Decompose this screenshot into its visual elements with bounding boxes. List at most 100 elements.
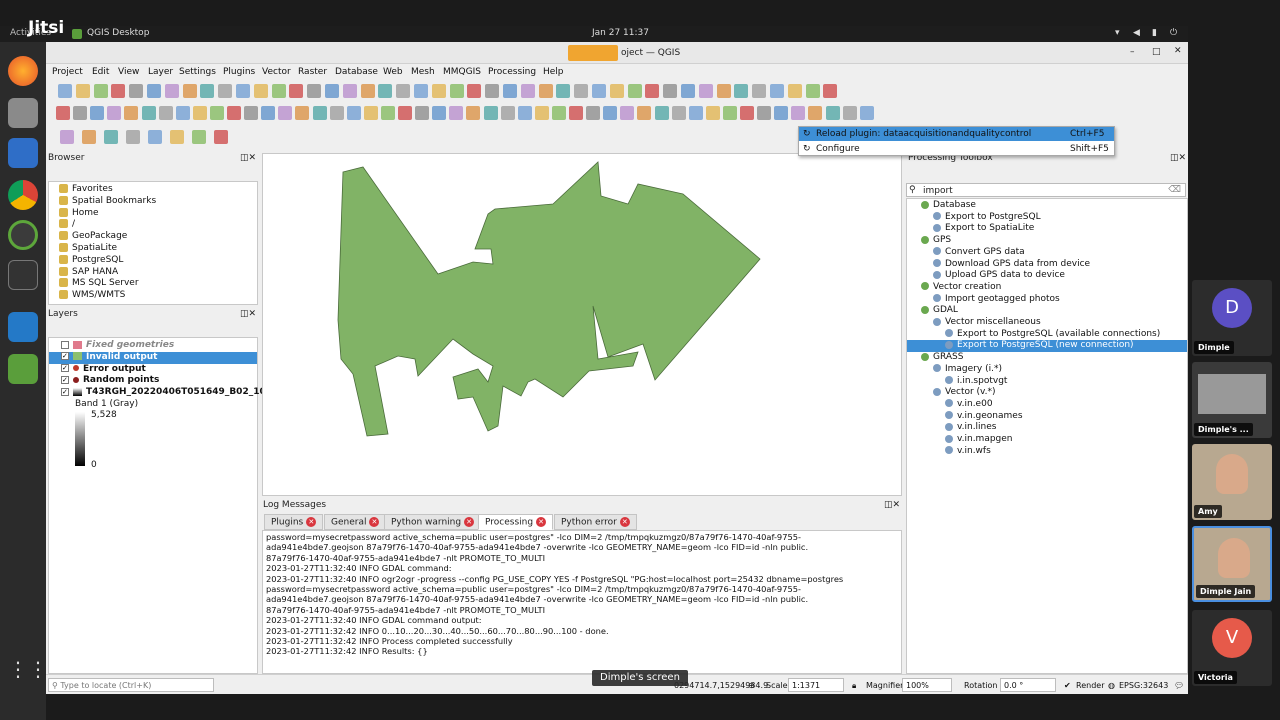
toolbar-tool-icon[interactable] bbox=[124, 106, 138, 120]
reload-plugin-menu-item[interactable]: ↻ Reload plugin: dataacquisitionandqualit… bbox=[799, 127, 1114, 141]
toolbar-tool-icon[interactable] bbox=[539, 84, 553, 98]
trash-icon[interactable] bbox=[8, 354, 38, 384]
participant-tile[interactable]: D Dimple bbox=[1192, 280, 1272, 356]
messages-icon[interactable]: 💬︎ bbox=[1174, 681, 1184, 690]
toolbox-item[interactable]: Import geotagged photos bbox=[907, 294, 1187, 306]
toolbox-item[interactable]: Vector miscellaneous bbox=[907, 317, 1187, 329]
browser-item[interactable]: MS SQL Server bbox=[59, 278, 139, 288]
toolbar-tool-icon[interactable] bbox=[740, 106, 754, 120]
log-tab-python-error[interactable]: Python error ✕ bbox=[554, 514, 637, 530]
toolbar-tool-icon[interactable] bbox=[556, 84, 570, 98]
toolbar-tool-icon[interactable] bbox=[791, 106, 805, 120]
layer-item[interactable]: ✓ T43RGH_20220406T051649_B02_10m bbox=[49, 387, 275, 399]
clock[interactable]: Jan 27 11:37 bbox=[592, 28, 649, 38]
toolbar-tool-icon[interactable] bbox=[307, 84, 321, 98]
toolbar-tool-icon[interactable] bbox=[823, 84, 837, 98]
toolbar-tool-icon[interactable] bbox=[467, 84, 481, 98]
toolbar-tool-icon[interactable] bbox=[159, 106, 173, 120]
app-grid-icon[interactable]: ⋮⋮ bbox=[8, 654, 48, 684]
toolbar-tool-icon[interactable] bbox=[94, 84, 108, 98]
toolbar-tool-icon[interactable] bbox=[485, 84, 499, 98]
toolbar-tool-icon[interactable] bbox=[592, 84, 606, 98]
tab-close-icon[interactable]: ✕ bbox=[369, 517, 380, 527]
browser-item[interactable]: GeoPackage bbox=[59, 231, 127, 241]
toolbar-tool-icon[interactable] bbox=[449, 106, 463, 120]
toolbar-tool-icon[interactable] bbox=[60, 130, 74, 144]
toolbox-item[interactable]: v.in.mapgen bbox=[907, 434, 1187, 446]
tab-close-icon[interactable]: ✕ bbox=[464, 517, 475, 527]
toolbar-tool-icon[interactable] bbox=[398, 106, 412, 120]
toolbar-tool-icon[interactable] bbox=[126, 130, 140, 144]
invalid-output-polygon[interactable] bbox=[337, 161, 761, 437]
layer-item[interactable]: ✓ Random points bbox=[49, 375, 257, 387]
maximize-icon[interactable]: □ bbox=[1152, 47, 1161, 57]
toolbar-tool-icon[interactable] bbox=[183, 84, 197, 98]
toolbar-tool-icon[interactable] bbox=[193, 106, 207, 120]
toolbar-tool-icon[interactable] bbox=[415, 106, 429, 120]
toolbox-item[interactable]: v.in.e00 bbox=[907, 399, 1187, 411]
toolbar-tool-icon[interactable] bbox=[147, 84, 161, 98]
browser-item[interactable]: Home bbox=[59, 207, 99, 218]
chrome-icon[interactable] bbox=[8, 180, 38, 210]
toolbox-item[interactable]: Download GPS data from device bbox=[907, 259, 1187, 271]
toolbox-item[interactable]: Vector (v.*) bbox=[907, 387, 1187, 399]
toolbar-tool-icon[interactable] bbox=[689, 106, 703, 120]
toolbar-tool-icon[interactable] bbox=[734, 84, 748, 98]
participant-tile[interactable]: Dimple Jain bbox=[1192, 526, 1272, 602]
toolbar-tool-icon[interactable] bbox=[610, 84, 624, 98]
browser-item[interactable]: SpatiaLite bbox=[59, 243, 117, 253]
toolbar-tool-icon[interactable] bbox=[752, 84, 766, 98]
toolbox-item[interactable]: GRASS bbox=[907, 352, 1187, 364]
qgis-dock-icon[interactable] bbox=[8, 220, 38, 250]
toolbar-tool-icon[interactable] bbox=[620, 106, 634, 120]
toolbox-item[interactable]: Export to PostgreSQL (new connection) bbox=[907, 340, 1187, 353]
toolbox-item[interactable]: Export to PostgreSQL bbox=[907, 212, 1187, 224]
toolbar-tool-icon[interactable] bbox=[381, 106, 395, 120]
layer-checkbox[interactable]: ✓ bbox=[61, 364, 69, 373]
toolbar-tool-icon[interactable] bbox=[325, 84, 339, 98]
toolbar-tool-icon[interactable] bbox=[806, 84, 820, 98]
layer-checkbox[interactable]: ✓ bbox=[61, 375, 69, 384]
toolbox-item[interactable]: Convert GPS data bbox=[907, 247, 1187, 259]
browser-item[interactable]: Spatial Bookmarks bbox=[59, 195, 156, 206]
toolbox-item[interactable]: v.in.wfs bbox=[907, 446, 1187, 458]
toolbar-tool-icon[interactable] bbox=[227, 106, 241, 120]
power-icon[interactable]: ⏻ bbox=[1170, 28, 1177, 38]
menu-mesh[interactable]: Mesh bbox=[411, 67, 435, 77]
render-checkbox[interactable]: ✔ bbox=[1064, 681, 1071, 690]
menu-database[interactable]: Database bbox=[335, 67, 378, 77]
toolbar-tool-icon[interactable] bbox=[104, 130, 118, 144]
toolbar-tool-icon[interactable] bbox=[73, 106, 87, 120]
map-canvas[interactable] bbox=[262, 153, 902, 496]
toolbar-tool-icon[interactable] bbox=[107, 106, 121, 120]
battery-icon[interactable]: ▮ bbox=[1152, 28, 1157, 38]
toolbar-tool-icon[interactable] bbox=[723, 106, 737, 120]
toolbar-tool-icon[interactable] bbox=[628, 84, 642, 98]
toolbox-item[interactable]: v.in.lines bbox=[907, 422, 1187, 434]
toolbar-tool-icon[interactable] bbox=[236, 84, 250, 98]
tab-close-icon[interactable]: ✕ bbox=[619, 517, 630, 527]
menu-project[interactable]: Project bbox=[52, 67, 83, 77]
toolbar-tool-icon[interactable] bbox=[503, 84, 517, 98]
toolbox-item[interactable]: Export to PostgreSQL (available connecti… bbox=[907, 329, 1187, 341]
toolbar-tool-icon[interactable] bbox=[347, 106, 361, 120]
toolbar-tool-icon[interactable] bbox=[518, 106, 532, 120]
toolbar-tool-icon[interactable] bbox=[278, 106, 292, 120]
toolbar-tool-icon[interactable] bbox=[843, 106, 857, 120]
browser-item[interactable]: / bbox=[59, 219, 75, 229]
crosshair-icon[interactable]: ⊕ bbox=[748, 681, 755, 690]
toolbar-tool-icon[interactable] bbox=[289, 84, 303, 98]
toolbox-close-icon[interactable]: ◫✕ bbox=[1170, 153, 1186, 163]
toolbar-tool-icon[interactable] bbox=[176, 106, 190, 120]
participant-tile[interactable]: Amy bbox=[1192, 444, 1272, 520]
toolbar-tool-icon[interactable] bbox=[484, 106, 498, 120]
toolbar-tool-icon[interactable] bbox=[586, 106, 600, 120]
participant-tile[interactable]: Dimple's ... bbox=[1192, 362, 1272, 438]
toolbar-tool-icon[interactable] bbox=[552, 106, 566, 120]
browser-item[interactable]: PostgreSQL bbox=[59, 254, 123, 265]
clear-search-icon[interactable]: ⌫ bbox=[1168, 185, 1181, 195]
toolbar-tool-icon[interactable] bbox=[757, 106, 771, 120]
menu-processing[interactable]: Processing bbox=[488, 67, 536, 77]
participant-tile[interactable]: V Victoria bbox=[1192, 610, 1272, 686]
toolbar-tool-icon[interactable] bbox=[860, 106, 874, 120]
